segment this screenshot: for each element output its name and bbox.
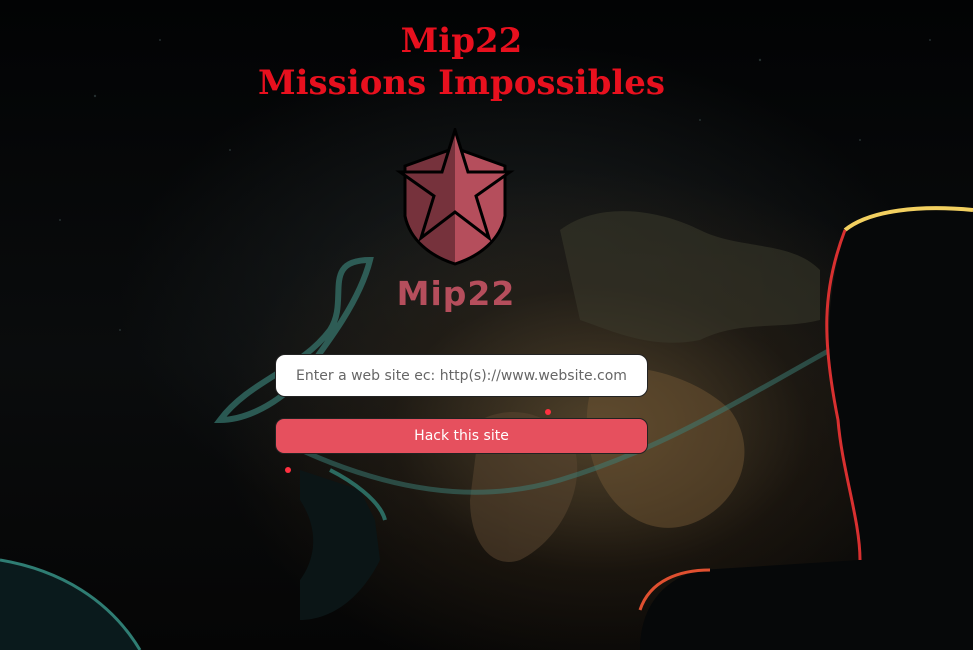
logo-text: Mip22 <box>396 274 516 313</box>
website-url-input[interactable] <box>275 354 648 397</box>
page-title: Mip22 Missions Impossibles <box>0 20 923 104</box>
title-line-1: Mip22 <box>400 21 523 61</box>
title-line-2: Missions Impossibles <box>257 63 666 103</box>
hack-site-button[interactable]: Hack this site <box>275 418 648 454</box>
